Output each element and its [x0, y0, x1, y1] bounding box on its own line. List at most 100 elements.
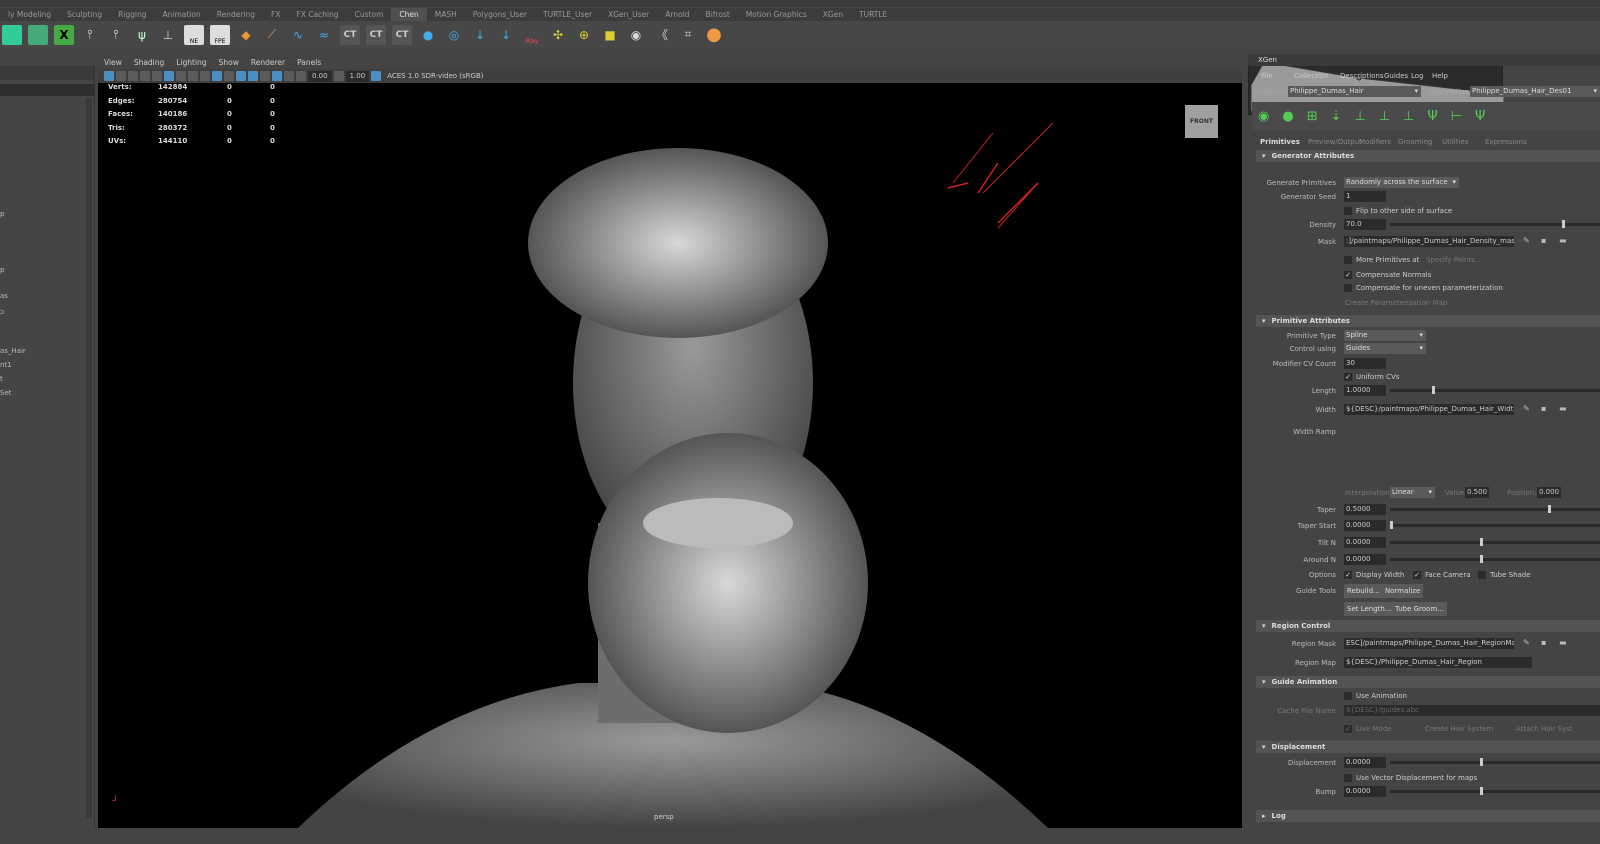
outliner-item[interactable]: as_Hair [0, 347, 26, 355]
section-header[interactable]: ▾ Guide Animation [1256, 676, 1600, 688]
shelf-tab[interactable]: XGen_User [600, 8, 657, 21]
description-dropdown[interactable]: Philippe_Dumas_Hair_Des01 [1470, 86, 1600, 97]
shelf-icon-material[interactable] [28, 24, 48, 45]
shelf-tab[interactable]: FX [263, 8, 288, 21]
select-camera-icon[interactable] [104, 71, 114, 81]
region-map-field[interactable]: ${DESC}/Philippe_Dumas_Hair_Region [1344, 657, 1532, 668]
xgen-menu-item[interactable]: Collection [1294, 72, 1329, 80]
color-management-icon[interactable] [371, 71, 382, 81]
slider-handle[interactable] [1480, 758, 1484, 766]
cache-file-field[interactable]: ${DESC}/guides.abc [1344, 705, 1600, 716]
paint-icon[interactable]: ✎ [1523, 404, 1530, 413]
modifier-cv-count-field[interactable]: 30 [1344, 358, 1386, 369]
ramp-value-field[interactable]: 0.500 [1465, 487, 1489, 498]
shelf-tab[interactable]: Chen [391, 8, 427, 21]
tube-shade-checkbox[interactable] [1478, 571, 1486, 579]
generate-primitives-dropdown[interactable]: Randomly across the surface [1344, 177, 1459, 188]
exposure-field[interactable]: 0.00 [308, 70, 332, 82]
folder-icon[interactable]: ▬ [1559, 236, 1567, 245]
gamma-field[interactable]: 1.00 [345, 70, 370, 82]
shelf-tab[interactable]: TURTLE_User [535, 8, 600, 21]
xgen-menu-item[interactable]: Guides [1384, 72, 1408, 80]
shadows-icon[interactable] [248, 71, 258, 81]
shelf-tab[interactable]: Motion Graphics [738, 8, 815, 21]
xgen-tab-modifiers[interactable]: Modifiers [1359, 138, 1391, 146]
tilt-n-slider[interactable] [1390, 538, 1600, 546]
smooth-shade-icon[interactable] [212, 71, 222, 81]
outliner-scrollbar[interactable] [86, 98, 92, 818]
place-guide-icon[interactable]: ⇣ [1331, 109, 1342, 124]
color-space-dropdown[interactable]: ACES 1.0 SDR-video (sRGB) [383, 70, 504, 82]
shelf-icon-groom[interactable]: ψ [132, 25, 152, 45]
vector-displacement-checkbox[interactable] [1344, 774, 1352, 782]
gamma-icon[interactable] [333, 71, 344, 81]
exposure-icon[interactable] [296, 71, 306, 81]
add-guide-tool-icon[interactable]: ⊥ [1355, 109, 1366, 124]
add-guide-icon[interactable]: ⊞ [1307, 109, 1318, 124]
outliner-item[interactable]: t [0, 375, 3, 383]
shelf-icon-chevron[interactable]: 《 [652, 25, 672, 45]
xray-icon[interactable] [284, 71, 294, 81]
shelf-icon-ne[interactable]: NE [184, 24, 204, 45]
around-n-slider[interactable] [1390, 555, 1600, 563]
paint-icon[interactable]: ✎ [1523, 638, 1530, 647]
bump-slider[interactable] [1390, 787, 1600, 795]
viewport-menu-item[interactable]: Renderer [245, 56, 291, 69]
slider-handle[interactable] [1547, 505, 1551, 513]
xgen-menu-item[interactable]: File [1261, 72, 1273, 80]
xgen-menu-item[interactable]: Help [1432, 72, 1448, 80]
length-field[interactable]: 1.0000 [1344, 385, 1386, 396]
shelf-icon-mouse[interactable]: ● [418, 25, 438, 45]
density-field[interactable]: 70.0 [1344, 219, 1386, 230]
lights-icon[interactable] [236, 71, 246, 81]
shelf-icon-bomb[interactable]: ● [704, 24, 724, 45]
xgen-menu-item[interactable]: Log [1411, 72, 1424, 80]
shelf-tab[interactable]: ly Modeling [0, 8, 59, 21]
around-n-field[interactable]: 0.0000 [1344, 554, 1386, 565]
displacement-slider[interactable] [1390, 758, 1600, 766]
normalize-button[interactable]: Normalize [1382, 584, 1424, 598]
more-primitives-checkbox[interactable] [1344, 256, 1352, 264]
live-mode-checkbox[interactable]: ✓ [1344, 725, 1352, 733]
preview-icon[interactable]: ◉ [1258, 109, 1269, 124]
shelf-icon-scatter[interactable]: ✣ [548, 25, 568, 45]
grid-icon[interactable] [152, 71, 162, 81]
lock-guide-icon[interactable]: ⊥ [1403, 109, 1414, 124]
log-section-header[interactable]: ▸ Log [1256, 810, 1600, 822]
section-header[interactable]: ▾ Primitive Attributes [1256, 315, 1600, 327]
width-field[interactable]: ${DESC}/paintmaps/Philippe_Dumas_Hair_Wi… [1344, 404, 1514, 415]
xgen-window-tab[interactable]: XGen [1258, 56, 1277, 64]
taper-start-slider[interactable] [1390, 521, 1600, 529]
wireframe-icon[interactable] [200, 71, 210, 81]
use-animation-checkbox[interactable] [1344, 692, 1352, 700]
viewport-menu-item[interactable]: Panels [291, 56, 327, 69]
slider-handle[interactable] [1562, 220, 1566, 228]
shelf-icon-x[interactable]: X [54, 24, 74, 45]
outliner-item[interactable]: as [0, 292, 8, 300]
density-slider[interactable] [1390, 220, 1600, 228]
save-icon[interactable]: ▪ [1541, 404, 1546, 413]
shelf-icon-pin2[interactable]: ↓ [496, 25, 516, 45]
outliner-item[interactable]: nt1 [0, 361, 12, 369]
image-plane-icon[interactable] [140, 71, 150, 81]
outliner-item[interactable]: p [0, 266, 4, 274]
interpolation-dropdown[interactable]: Linear [1390, 487, 1435, 498]
shelf-tab[interactable]: FX Caching [289, 8, 347, 21]
rebuild-button[interactable]: Rebuild... [1344, 584, 1383, 598]
viewport-menu-item[interactable]: Shading [128, 56, 170, 69]
shelf-tab[interactable]: Rigging [110, 8, 154, 21]
viewport-canvas[interactable] [98, 83, 1242, 828]
ramp-position-field[interactable]: 0.000 [1537, 487, 1561, 498]
taper-slider[interactable] [1390, 505, 1600, 513]
slider-handle[interactable] [1480, 787, 1484, 795]
bump-field[interactable]: 0.0000 [1344, 786, 1386, 797]
save-icon[interactable]: ▪ [1541, 236, 1546, 245]
section-header[interactable]: ▾ Displacement [1256, 741, 1600, 753]
shelf-tab[interactable]: XGen [815, 8, 851, 21]
compensate-normals-checkbox[interactable]: ✓ [1344, 271, 1352, 279]
resolution-gate-icon[interactable] [188, 71, 198, 81]
shelf-icon-curve[interactable]: ∿ [288, 25, 308, 45]
shelf-icon-target[interactable]: ◎ [444, 25, 464, 45]
grid-toggle-icon[interactable] [164, 71, 174, 81]
section-header[interactable]: ▾ Generator Attributes [1256, 150, 1600, 162]
